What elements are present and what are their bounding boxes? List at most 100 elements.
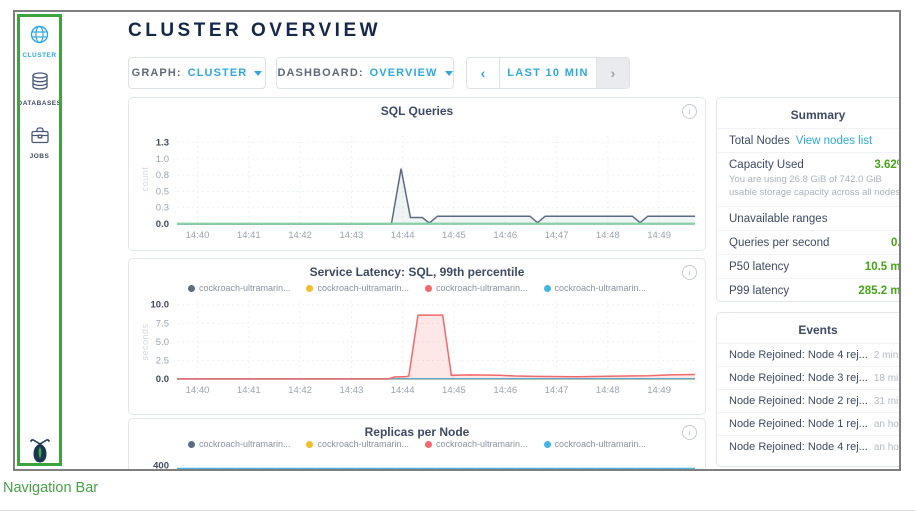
summary-label: Capacity Used: [729, 159, 804, 171]
chevron-down-icon: [254, 71, 262, 76]
svg-text:2.5: 2.5: [156, 355, 169, 366]
time-range-picker: ‹ LAST 10 MIN ›: [466, 57, 630, 89]
summary-panel: Summary Total NodesView nodes list 4 Cap…: [716, 97, 901, 302]
svg-text:14:40: 14:40: [186, 385, 210, 396]
event-row[interactable]: Node Rejoined: Node 4 rej... an hour ago: [717, 435, 901, 458]
summary-label: Total Nodes: [729, 135, 790, 147]
svg-text:14:46: 14:46: [493, 230, 517, 241]
dashboard-dropdown-label: DASHBOARD:: [277, 67, 363, 79]
svg-text:0.0: 0.0: [156, 374, 169, 385]
time-prev-button[interactable]: ‹: [467, 58, 500, 88]
time-next-button: ›: [597, 58, 629, 88]
event-text: Node Rejoined: Node 4 rej...: [729, 349, 868, 361]
chevron-down-icon: [445, 71, 453, 76]
summary-label: Unavailable ranges: [729, 213, 827, 225]
svg-text:14:44: 14:44: [391, 230, 415, 241]
main-content: CLUSTER OVERVIEW GRAPH: CLUSTER DASHBOAR…: [64, 12, 899, 469]
cockroach-logo[interactable]: [15, 437, 64, 470]
summary-label: Queries per second: [729, 237, 829, 249]
event-time: 2 mins ago: [874, 350, 901, 361]
admin-ui-window: CLUSTER DATABASES: [13, 10, 901, 471]
svg-text:14:43: 14:43: [339, 385, 363, 396]
svg-text:5.0: 5.0: [156, 337, 169, 348]
event-text: Node Rejoined: Node 1 rej...: [729, 418, 868, 430]
svg-text:14:49: 14:49: [647, 230, 671, 241]
events-title: Events: [717, 323, 901, 337]
sql-queries-chart[interactable]: 14:4014:4114:4214:4314:4414:4514:4614:47…: [129, 98, 706, 251]
svg-text:14:48: 14:48: [596, 385, 620, 396]
sql-queries-panel: SQL Queries i count 14:4014:4114:4214:43…: [128, 97, 706, 251]
svg-text:14:44: 14:44: [391, 385, 415, 396]
svg-text:400: 400: [153, 460, 169, 471]
summary-value: 10.5 ms: [865, 261, 901, 273]
svg-text:0.0: 0.0: [156, 219, 169, 230]
svg-text:0.3: 0.3: [156, 203, 169, 214]
svg-text:14:42: 14:42: [288, 385, 312, 396]
event-time: 18 mins ago: [874, 373, 901, 384]
svg-text:0.8: 0.8: [156, 170, 169, 181]
graph-dropdown-label: GRAPH:: [132, 67, 182, 79]
service-latency-panel: Service Latency: SQL, 99th percentile i …: [128, 258, 706, 415]
summary-label: P99 latency: [729, 285, 789, 297]
graph-dropdown-value: CLUSTER: [188, 67, 248, 79]
svg-text:14:40: 14:40: [186, 230, 210, 241]
svg-text:14:41: 14:41: [237, 385, 261, 396]
briefcase-icon: [29, 133, 51, 150]
svg-text:14:47: 14:47: [545, 230, 569, 241]
databases-icon: [29, 80, 51, 97]
event-time: an hour ago: [874, 442, 901, 453]
capacity-note: You are using 26.8 GiB of 742.0 GiB usab…: [717, 174, 901, 206]
event-row[interactable]: Node Rejoined: Node 3 rej... 18 mins ago: [717, 366, 901, 389]
svg-text:0.5: 0.5: [156, 186, 169, 197]
replicas-per-node-panel: Replicas per Node i cockroach-ultramarin…: [128, 418, 706, 471]
view-nodes-list-link[interactable]: View nodes list: [796, 135, 873, 147]
svg-text:14:42: 14:42: [288, 230, 312, 241]
summary-value: 0.1: [891, 237, 901, 249]
sidebar-item-cluster[interactable]: CLUSTER: [15, 24, 64, 59]
page-title: CLUSTER OVERVIEW: [128, 20, 381, 42]
summary-row-p99: P99 latency 285.2 ms: [717, 278, 901, 302]
screenshot-caption: Navigation Bar: [3, 480, 98, 496]
svg-text:14:49: 14:49: [647, 385, 671, 396]
event-text: Node Rejoined: Node 3 rej...: [729, 372, 868, 384]
svg-text:14:47: 14:47: [545, 385, 569, 396]
event-row[interactable]: Node Rejoined: Node 1 rej... an hour ago: [717, 412, 901, 435]
globe-icon: [29, 32, 50, 49]
graph-dropdown[interactable]: GRAPH: CLUSTER: [128, 57, 266, 89]
summary-row-qps: Queries per second 0.1: [717, 230, 901, 254]
svg-text:14:41: 14:41: [237, 230, 261, 241]
svg-text:14:43: 14:43: [339, 230, 363, 241]
replicas-per-node-chart[interactable]: 400: [129, 419, 706, 471]
summary-value: 285.2 ms: [858, 285, 901, 297]
event-text: Node Rejoined: Node 4 rej...: [729, 441, 868, 453]
svg-text:1.3: 1.3: [156, 138, 169, 149]
event-time: 31 mins ago: [874, 396, 901, 407]
sidebar-item-jobs[interactable]: JOBS: [15, 124, 64, 160]
sidebar-item-databases[interactable]: DATABASES: [15, 71, 64, 107]
dashboard-dropdown[interactable]: DASHBOARD: OVERVIEW: [276, 57, 454, 89]
sidebar-item-label: JOBS: [15, 153, 64, 160]
summary-row-capacity: Capacity Used 3.62%: [717, 152, 901, 176]
summary-label: P50 latency: [729, 261, 789, 273]
svg-text:1.0: 1.0: [156, 154, 169, 165]
time-range-value[interactable]: LAST 10 MIN: [500, 58, 597, 88]
summary-row-p50: P50 latency 10.5 ms: [717, 254, 901, 278]
event-text: Node Rejoined: Node 2 rej...: [729, 395, 868, 407]
summary-row-total-nodes: Total NodesView nodes list 4: [717, 128, 901, 152]
divider: [0, 510, 915, 511]
events-panel: Events Node Rejoined: Node 4 rej... 2 mi…: [716, 312, 901, 467]
sidebar-item-label: CLUSTER: [15, 52, 64, 59]
event-time: an hour ago: [874, 419, 901, 430]
event-row[interactable]: Node Rejoined: Node 4 rej... 2 mins ago: [717, 343, 901, 366]
svg-text:7.5: 7.5: [156, 318, 169, 329]
svg-text:14:46: 14:46: [493, 385, 517, 396]
svg-text:14:48: 14:48: [596, 230, 620, 241]
sidebar-item-label: DATABASES: [15, 100, 64, 107]
svg-text:10.0: 10.0: [151, 300, 170, 311]
navigation-bar: CLUSTER DATABASES: [15, 12, 64, 469]
summary-title: Summary: [717, 108, 901, 122]
service-latency-chart[interactable]: 14:4014:4114:4214:4314:4414:4514:4614:47…: [129, 259, 706, 415]
dashboard-dropdown-value: OVERVIEW: [370, 67, 438, 79]
event-row[interactable]: Node Rejoined: Node 2 rej... 31 mins ago: [717, 389, 901, 412]
summary-row-unavailable: Unavailable ranges 0: [717, 206, 901, 230]
